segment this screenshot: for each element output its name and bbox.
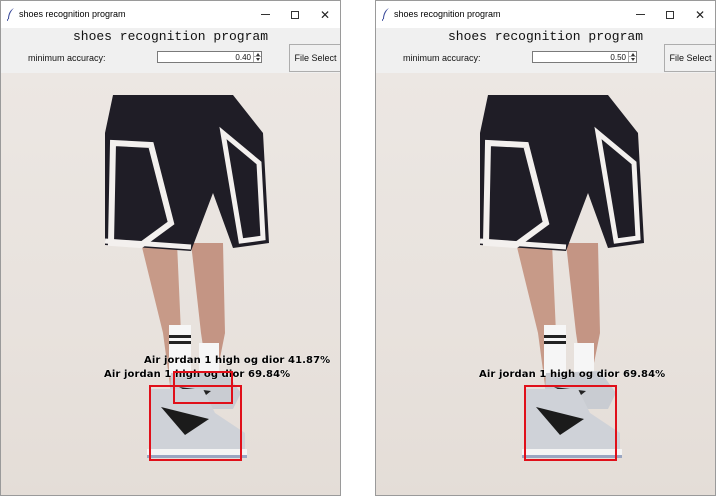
minimize-button[interactable] bbox=[625, 1, 655, 28]
maximize-button[interactable] bbox=[280, 1, 310, 28]
minimize-button[interactable] bbox=[250, 1, 280, 28]
feather-icon bbox=[382, 8, 389, 21]
maximize-icon bbox=[666, 10, 674, 19]
detection-label: Air jordan 1 high og dior 41.87% bbox=[144, 355, 331, 366]
accuracy-input[interactable] bbox=[158, 52, 252, 62]
window-title: shoes recognition program bbox=[394, 9, 501, 19]
detection-label: Air jordan 1 high og dior 69.84% bbox=[479, 369, 666, 380]
spin-down-button[interactable] bbox=[629, 57, 636, 62]
result-image: Air jordan 1 high og dior 69.84% bbox=[376, 73, 715, 495]
accuracy-label: minimum accuracy: bbox=[28, 53, 106, 63]
accuracy-spinbox[interactable] bbox=[157, 51, 262, 63]
maximize-button[interactable] bbox=[655, 1, 685, 28]
title-bar: shoes recognition program ✕ bbox=[376, 1, 715, 28]
close-button[interactable]: ✕ bbox=[685, 1, 715, 28]
title-bar: shoes recognition program ✕ bbox=[1, 1, 340, 28]
app-window-left: shoes recognition program ✕ shoes recogn… bbox=[0, 0, 341, 496]
screenshot-stage: shoes recognition program ✕ shoes recogn… bbox=[0, 0, 716, 498]
app-heading: shoes recognition program bbox=[447, 29, 644, 44]
spin-down-button[interactable] bbox=[254, 57, 261, 62]
close-button[interactable]: ✕ bbox=[310, 1, 340, 28]
result-image: Air jordan 1 high og dior 41.87% Air jor… bbox=[1, 73, 340, 495]
accuracy-label: minimum accuracy: bbox=[403, 53, 481, 63]
spin-buttons bbox=[628, 52, 636, 62]
file-select-button[interactable]: File Select bbox=[289, 44, 340, 72]
app-heading: shoes recognition program bbox=[72, 29, 269, 44]
minimize-icon bbox=[260, 14, 270, 15]
window-title: shoes recognition program bbox=[19, 9, 126, 19]
detection-box bbox=[524, 385, 617, 461]
detection-box bbox=[149, 385, 242, 461]
feather-icon bbox=[7, 8, 14, 21]
file-select-button[interactable]: File Select bbox=[664, 44, 715, 72]
arrow-up-icon bbox=[255, 52, 260, 56]
arrow-down-icon bbox=[255, 58, 260, 61]
arrow-down-icon bbox=[630, 58, 635, 61]
close-icon: ✕ bbox=[319, 7, 331, 22]
arrow-up-icon bbox=[630, 52, 635, 56]
minimize-icon bbox=[635, 14, 645, 15]
spin-buttons bbox=[253, 52, 261, 62]
accuracy-input[interactable] bbox=[533, 52, 627, 62]
maximize-icon bbox=[291, 10, 299, 19]
accuracy-spinbox[interactable] bbox=[532, 51, 637, 63]
app-window-right: shoes recognition program ✕ shoes recogn… bbox=[375, 0, 716, 496]
close-icon: ✕ bbox=[694, 7, 706, 22]
